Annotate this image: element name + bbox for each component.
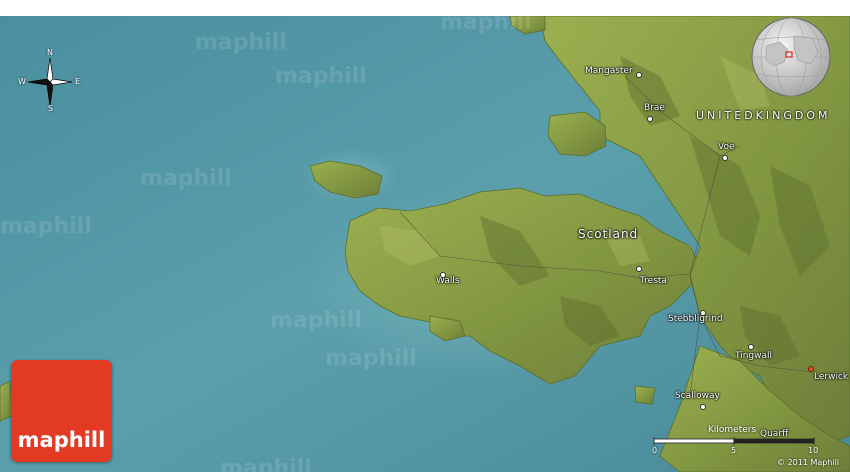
- watermark: maphill: [0, 214, 92, 239]
- watermark: maphill: [140, 166, 232, 191]
- place-label[interactable]: Walls: [436, 277, 460, 286]
- watermark: maphill: [275, 64, 367, 89]
- place-label[interactable]: Tingwall: [735, 352, 772, 361]
- scale-tick-5: 5: [731, 446, 737, 455]
- globe-icon: [751, 17, 831, 97]
- place-marker: [440, 272, 446, 278]
- compass-s: S: [48, 104, 54, 113]
- scale-unit: Kilometers: [708, 425, 757, 435]
- globe-locator[interactable]: [750, 16, 832, 98]
- watermark: maphill: [440, 16, 532, 35]
- watermark: maphill: [270, 308, 362, 333]
- compass-n: N: [47, 48, 53, 57]
- place-label[interactable]: Lerwick: [814, 373, 848, 382]
- terrain-layer: [0, 16, 850, 472]
- watermark: maphill: [325, 346, 417, 371]
- capital-marker: [808, 366, 814, 372]
- place-label[interactable]: Voe: [718, 143, 735, 152]
- watermark: maphill: [220, 456, 312, 472]
- place-marker: [748, 344, 754, 350]
- compass-rose: N S E W: [18, 48, 82, 114]
- place-marker: [636, 72, 642, 78]
- country-label: UNITEDKINGDOM: [696, 109, 831, 122]
- place-label[interactable]: Tresta: [640, 277, 667, 286]
- place-label[interactable]: Mangaster: [585, 67, 633, 76]
- compass-e: E: [75, 77, 81, 86]
- map-view[interactable]: maphill maphill maphill maphill maphill …: [0, 16, 850, 472]
- watermark: maphill: [195, 30, 287, 55]
- logo-text: maphill: [17, 428, 106, 452]
- scale-tick-0: 0: [652, 446, 658, 455]
- place-marker: [636, 266, 642, 272]
- place-marker: [700, 310, 706, 316]
- compass-w: W: [18, 77, 26, 86]
- place-label[interactable]: Stebbligrind: [668, 315, 723, 324]
- place-label[interactable]: Brae: [644, 104, 665, 113]
- scale-tick-10: 10: [808, 446, 819, 455]
- region-label: Scotland: [578, 227, 639, 241]
- place-marker: [647, 116, 653, 122]
- copyright-text: © 2011 Maphill: [777, 458, 840, 467]
- place-marker: [700, 404, 706, 410]
- place-marker: [722, 155, 728, 161]
- place-label[interactable]: Scalloway: [675, 392, 720, 401]
- maphill-logo[interactable]: maphill: [11, 360, 112, 462]
